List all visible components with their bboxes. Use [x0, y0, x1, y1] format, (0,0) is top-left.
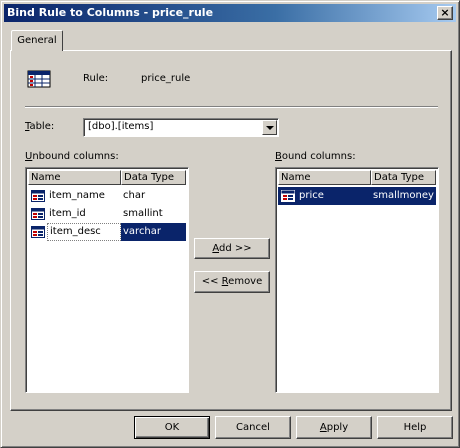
table-row-selected[interactable]: item_desc varchar [28, 223, 186, 241]
cell-name: item_desc [47, 223, 121, 241]
bound-header-name-label: Name [281, 172, 311, 183]
apply-button-accesskey: A [319, 422, 327, 433]
bound-label-accesskey: B [275, 151, 282, 162]
apply-button[interactable]: Apply [296, 416, 372, 439]
remove-button-rest: emove [228, 276, 263, 287]
tab-general-label: General [17, 35, 57, 46]
table-label: Table: [25, 121, 54, 132]
column-icon [281, 190, 295, 202]
bound-header-type[interactable]: Data Type [371, 170, 436, 185]
unbound-header-name-label: Name [31, 172, 61, 183]
window-title: Bind Rule to Columns - price_rule [7, 6, 214, 19]
unbound-header-name[interactable]: Name [28, 170, 121, 185]
chevron-down-icon[interactable] [262, 120, 277, 135]
table-label-rest: able: [29, 121, 55, 132]
help-button-label: Help [403, 422, 427, 433]
remove-button-prefix: << [201, 276, 222, 287]
unbound-columns-list[interactable]: Name Data Type item_name char item_id sm… [25, 167, 189, 393]
bound-columns-label: Bound columns: [275, 151, 356, 162]
cell-name: item_name [49, 190, 105, 201]
add-button-rest: dd >> [219, 243, 252, 254]
table-select[interactable]: [dbo].[items] [83, 118, 279, 137]
unbound-header-type[interactable]: Data Type [121, 170, 186, 185]
dialog-window: Bind Rule to Columns - price_rule × Gene… [0, 0, 460, 448]
separator [25, 106, 438, 108]
cancel-button[interactable]: Cancel [215, 416, 291, 439]
cell-type: char [123, 190, 146, 201]
cell-type: smallmoney [373, 190, 434, 201]
cell-type: varchar [121, 223, 186, 241]
unbound-label-rest: nbound columns: [32, 151, 119, 162]
table-row[interactable]: item_name char [28, 187, 186, 205]
cell-name: item_id [49, 208, 86, 219]
title-bar[interactable]: Bind Rule to Columns - price_rule × [4, 4, 456, 22]
cell-type: smallint [123, 208, 163, 219]
cell-name: price [299, 190, 324, 201]
close-icon: × [440, 6, 450, 19]
column-icon [31, 226, 45, 238]
table-row-selected[interactable]: price smallmoney [278, 187, 436, 205]
apply-button-rest: pply [326, 422, 349, 433]
unbound-header-type-label: Data Type [124, 172, 175, 183]
rule-value: price_rule [141, 73, 191, 84]
bound-header-type-label: Data Type [374, 172, 425, 183]
unbound-columns-label: Unbound columns: [25, 151, 119, 162]
rule-table-icon [27, 70, 51, 88]
help-button[interactable]: Help [377, 416, 453, 439]
table-row[interactable]: item_id smallint [28, 205, 186, 223]
rule-label: Rule: [83, 73, 109, 84]
column-icon [31, 190, 45, 202]
table-select-value: [dbo].[items] [88, 121, 154, 132]
close-button[interactable]: × [437, 6, 453, 20]
add-button-accesskey: A [212, 243, 220, 254]
cancel-button-label: Cancel [236, 422, 270, 433]
tab-general[interactable]: General [11, 30, 63, 51]
remove-button[interactable]: << Remove [194, 271, 270, 293]
ok-button-label: OK [164, 422, 180, 433]
column-icon [31, 208, 45, 220]
bound-columns-list[interactable]: Name Data Type price smallmoney [275, 167, 439, 393]
bound-header-name[interactable]: Name [278, 170, 371, 185]
add-button[interactable]: Add >> [194, 238, 270, 259]
ok-button[interactable]: OK [134, 416, 210, 439]
bound-label-rest: ound columns: [281, 151, 356, 162]
